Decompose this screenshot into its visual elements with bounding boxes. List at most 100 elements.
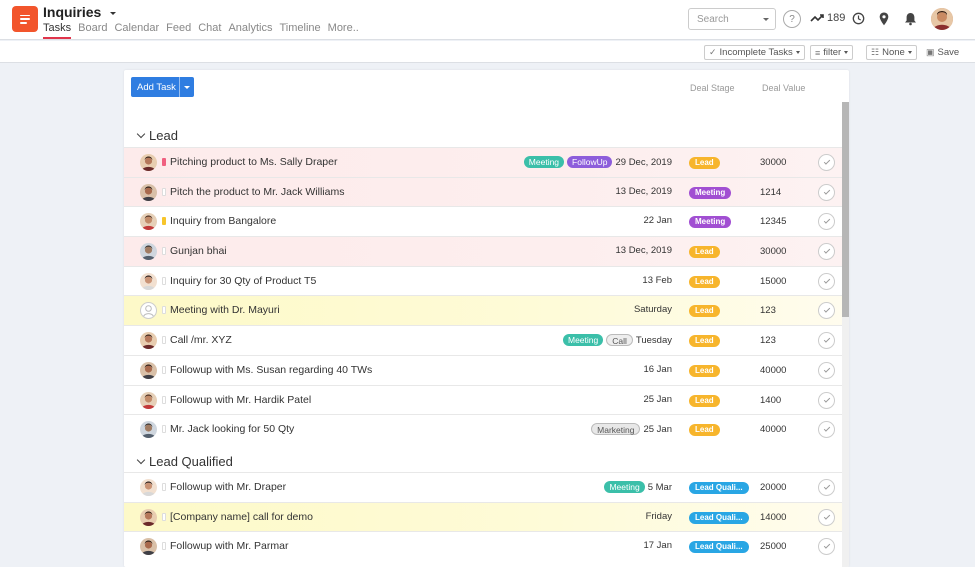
tab-feed[interactable]: Feed: [166, 22, 191, 39]
task-title[interactable]: Pitching product to Ms. Sally Draper: [170, 156, 338, 168]
assignee-avatar[interactable]: [140, 421, 157, 439]
task-title[interactable]: Gunjan bhai: [170, 245, 227, 257]
complete-checkbox[interactable]: [818, 154, 835, 171]
table-row[interactable]: Pitch the product to Mr. Jack Williams 13…: [124, 176, 842, 207]
complete-checkbox[interactable]: [818, 391, 835, 409]
priority-flag-icon[interactable]: [162, 217, 166, 226]
priority-flag-icon[interactable]: [162, 187, 166, 196]
user-avatar[interactable]: [931, 8, 953, 30]
due-date[interactable]: 13 Dec, 2019: [615, 186, 672, 197]
priority-flag-icon[interactable]: [162, 483, 166, 491]
help-icon[interactable]: ?: [783, 10, 801, 28]
task-title[interactable]: Inquiry from Bangalore: [170, 215, 276, 227]
complete-checkbox[interactable]: [818, 332, 835, 350]
priority-flag-icon[interactable]: [162, 158, 166, 166]
deal-value[interactable]: 20000: [760, 482, 786, 493]
deal-stage-badge[interactable]: Lead: [689, 335, 720, 348]
tag-badge[interactable]: Meeting: [563, 334, 604, 347]
deal-stage-badge[interactable]: Lead Quali...: [689, 511, 749, 524]
deal-stage-badge[interactable]: Lead: [689, 424, 720, 437]
due-date[interactable]: 5 Mar: [648, 482, 672, 493]
complete-checkbox[interactable]: [818, 538, 835, 556]
due-date[interactable]: Tuesday: [636, 335, 672, 346]
add-task-button[interactable]: Add Task: [131, 77, 194, 97]
complete-checkbox[interactable]: [818, 213, 835, 231]
assignee-avatar[interactable]: [140, 154, 157, 171]
assignee-avatar[interactable]: [140, 361, 157, 379]
priority-flag-icon[interactable]: [162, 306, 166, 315]
table-row[interactable]: Gunjan bhai 13 Dec, 2019 Lead 30000: [124, 236, 842, 266]
deal-stage-badge[interactable]: Lead: [689, 364, 720, 377]
priority-flag-icon[interactable]: [162, 336, 166, 345]
priority-flag-icon[interactable]: [162, 276, 166, 285]
deal-value[interactable]: 15000: [760, 276, 786, 287]
task-title[interactable]: Followup with Mr. Draper: [170, 481, 286, 493]
tag-badge[interactable]: Marketing: [591, 423, 641, 436]
deal-stage-badge[interactable]: Meeting: [689, 216, 732, 229]
deal-stage-badge[interactable]: Lead Quali...: [689, 482, 749, 494]
priority-flag-icon[interactable]: [162, 512, 166, 521]
assignee-avatar[interactable]: [140, 302, 157, 320]
complete-checkbox[interactable]: [818, 361, 835, 379]
assignee-avatar[interactable]: [140, 243, 157, 261]
deal-value[interactable]: 12345: [760, 216, 786, 227]
due-date[interactable]: 25 Jan: [643, 394, 672, 405]
assignee-avatar[interactable]: [140, 391, 157, 409]
complete-checkbox[interactable]: [818, 479, 835, 496]
table-row[interactable]: [Company name] call for demo Friday Lead Q…: [124, 501, 842, 532]
assignee-avatar[interactable]: [140, 332, 157, 350]
task-title[interactable]: Followup with Mr. Parmar: [170, 540, 288, 552]
karma-counter[interactable]: 189: [810, 12, 845, 24]
complete-checkbox[interactable]: [818, 421, 835, 439]
priority-flag-icon[interactable]: [162, 425, 166, 434]
deal-value[interactable]: 123: [760, 335, 776, 346]
tab-chat[interactable]: Chat: [198, 22, 221, 39]
deal-stage-badge[interactable]: Meeting: [689, 186, 732, 199]
due-date[interactable]: 17 Jan: [643, 540, 672, 551]
priority-flag-icon[interactable]: [162, 365, 166, 374]
assignee-avatar[interactable]: [140, 272, 157, 290]
due-date[interactable]: Friday: [646, 511, 672, 522]
search-input[interactable]: [697, 13, 757, 25]
task-title[interactable]: Meeting with Dr. Mayuri: [170, 304, 280, 316]
priority-flag-icon[interactable]: [162, 247, 166, 256]
tab-analytics[interactable]: Analytics: [228, 22, 272, 39]
tag-badge[interactable]: Meeting: [523, 156, 565, 168]
project-title-dropdown[interactable]: Inquiries: [43, 4, 117, 20]
deal-value[interactable]: 40000: [760, 424, 786, 435]
task-title[interactable]: Call /mr. XYZ: [170, 334, 232, 346]
tab-board[interactable]: Board: [78, 22, 107, 39]
table-row[interactable]: Inquiry from Bangalore 22 Jan Meeting 12345: [124, 206, 842, 236]
due-date[interactable]: 13 Feb: [642, 275, 672, 286]
group-by-dropdown[interactable]: ☷ None: [866, 45, 917, 60]
assignee-avatar[interactable]: [140, 183, 157, 201]
task-title[interactable]: [Company name] call for demo: [170, 511, 313, 523]
assignee-avatar[interactable]: [140, 538, 157, 556]
table-row[interactable]: Mr. Jack looking for 50 Qty Marketing 25 J…: [124, 414, 842, 444]
due-date[interactable]: 29 Dec, 2019: [615, 157, 672, 168]
chevron-down-icon[interactable]: [763, 18, 769, 21]
deal-stage-badge[interactable]: Lead: [689, 394, 720, 407]
filter-dropdown[interactable]: ≡ filter: [810, 45, 854, 60]
scrollbar-thumb[interactable]: [842, 102, 849, 317]
deal-value[interactable]: 14000: [760, 512, 786, 523]
task-title[interactable]: Mr. Jack looking for 50 Qty: [170, 423, 294, 435]
tag-badge[interactable]: FollowUp: [567, 156, 613, 168]
due-date[interactable]: 13 Dec, 2019: [615, 245, 672, 256]
deal-value[interactable]: 30000: [760, 246, 786, 257]
table-row[interactable]: Followup with Ms. Susan regarding 40 TWs…: [124, 354, 842, 385]
due-date[interactable]: 25 Jan: [643, 424, 672, 435]
deal-stage-badge[interactable]: Lead: [689, 246, 720, 259]
complete-checkbox[interactable]: [818, 508, 835, 526]
deal-stage-badge[interactable]: Lead: [689, 275, 720, 288]
deal-value[interactable]: 30000: [760, 157, 786, 168]
column-header-deal-value[interactable]: Deal Value: [762, 83, 805, 93]
deal-value[interactable]: 1400: [760, 395, 781, 406]
tab-calendar[interactable]: Calendar: [114, 22, 159, 39]
location-pin-icon[interactable]: [879, 12, 889, 26]
search-box[interactable]: [688, 8, 776, 30]
priority-flag-icon[interactable]: [162, 395, 166, 404]
complete-checkbox[interactable]: [818, 272, 835, 290]
assignee-avatar[interactable]: [140, 508, 157, 526]
deal-stage-badge[interactable]: Lead: [689, 157, 720, 169]
